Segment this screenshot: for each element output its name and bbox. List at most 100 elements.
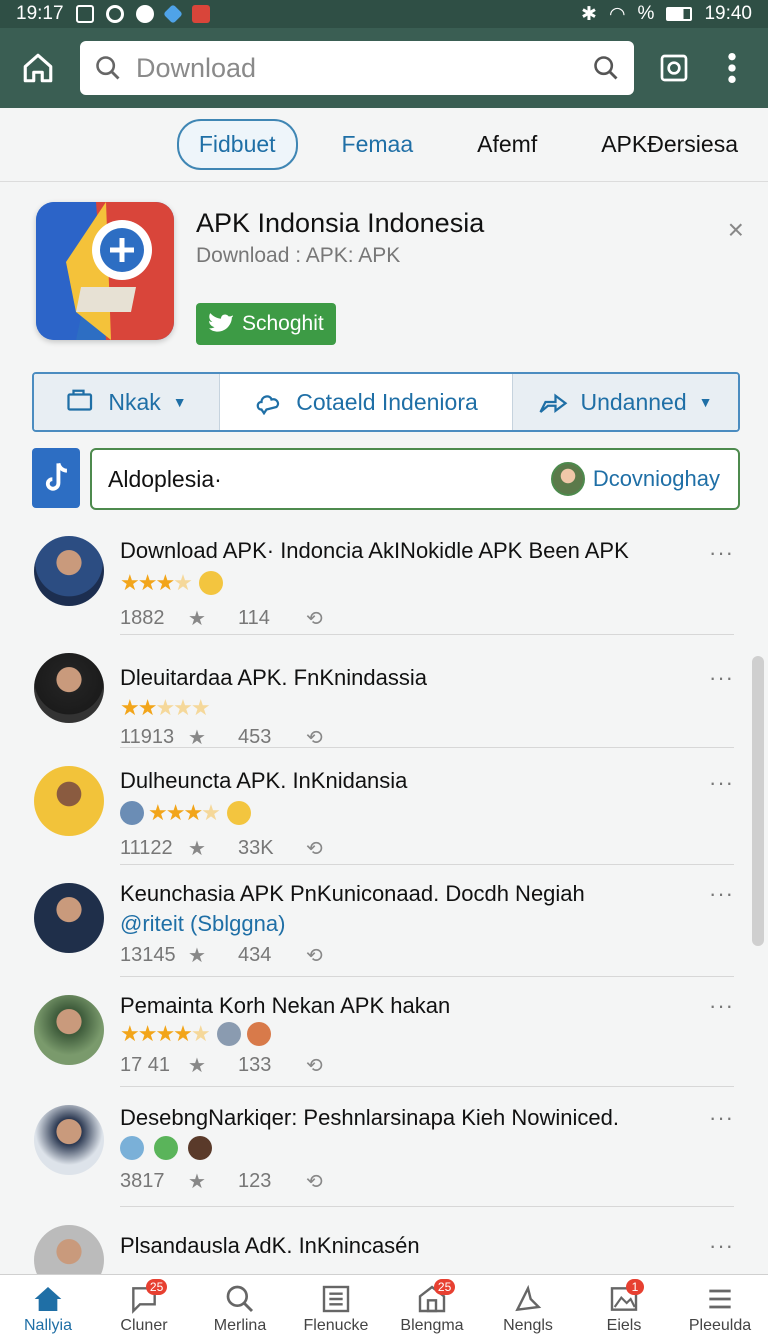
star-icon[interactable]: ★ bbox=[188, 725, 238, 750]
promo-box[interactable]: Aldoplesia· Dcovnioghay bbox=[90, 448, 740, 510]
segment-undanned[interactable]: Undanned ▼ bbox=[512, 374, 738, 430]
more-icon[interactable]: ··· bbox=[709, 881, 734, 907]
likes-count: 453 bbox=[238, 726, 272, 748]
nav-home[interactable]: Nallyia bbox=[0, 1275, 96, 1344]
likes-count: 434 bbox=[238, 944, 272, 966]
tab-afemf[interactable]: Afemf bbox=[457, 121, 557, 168]
avatar bbox=[550, 462, 585, 496]
status-bar: 19:17 ✱ ◠ % 19:40 bbox=[0, 0, 768, 28]
diamond-icon bbox=[162, 4, 183, 24]
feed-list: Download APK· Indoncia AkINokidle APK Be… bbox=[0, 518, 768, 1324]
star-rating: ★★★★ bbox=[120, 570, 193, 595]
item-title: DesebngNarkiqer: Peshnlarsinapa Kieh Now… bbox=[120, 1105, 619, 1130]
home-button[interactable] bbox=[18, 48, 58, 88]
item-title: Keunchasia APK PnKuniconaad. Docdh Negia… bbox=[120, 881, 585, 906]
list-item[interactable]: DesebngNarkiqer: Peshnlarsinapa Kieh Now… bbox=[34, 1087, 734, 1207]
repost-icon[interactable]: ⟲ bbox=[306, 725, 356, 750]
tiktok-icon[interactable] bbox=[32, 448, 80, 508]
chevron-down-icon: ▼ bbox=[172, 394, 187, 410]
nav-label: Pleeulda bbox=[688, 1317, 752, 1334]
avatar bbox=[34, 536, 104, 606]
more-icon[interactable]: ··· bbox=[709, 665, 734, 691]
views-count: 3817 bbox=[120, 1170, 165, 1192]
search-icon bbox=[226, 1285, 254, 1313]
segment-label: Cotaeld Indeniora bbox=[296, 388, 478, 415]
app-title: APK Indonsia Indonesia bbox=[196, 208, 485, 238]
item-rating: ★★★★ bbox=[120, 798, 251, 828]
views-count: 17 41 bbox=[120, 1054, 171, 1076]
list-item[interactable]: Download APK· Indoncia AkINokidle APK Be… bbox=[34, 518, 734, 635]
list-item[interactable]: Dleuitardaa APK. FnKnindassia ··· ★★★★★ … bbox=[34, 635, 734, 750]
item-rating: ★★★★★ bbox=[120, 693, 211, 723]
nav-merlina[interactable]: Merlina bbox=[192, 1275, 288, 1344]
tab-femaa[interactable]: Femaa bbox=[322, 121, 434, 168]
flag-icon bbox=[191, 5, 210, 23]
tab-fidbuet[interactable]: Fidbuet bbox=[176, 119, 298, 170]
item-title: Dulheuncta APK. InKnidansia bbox=[120, 768, 408, 793]
nav-pleeulda[interactable]: Pleeulda bbox=[672, 1275, 768, 1344]
star-icon[interactable]: ★ bbox=[188, 943, 238, 968]
avatar bbox=[154, 1136, 178, 1160]
share-button[interactable]: Schoghit bbox=[196, 303, 336, 345]
item-title: Download APK· Indoncia AkINokidle APK Be… bbox=[120, 538, 629, 563]
tab-apk-versions[interactable]: APKĐersiesa bbox=[581, 121, 738, 168]
nav-cluner[interactable]: 25 Cluner bbox=[96, 1275, 192, 1344]
promo-row: Aldoplesia· Dcovnioghay bbox=[32, 448, 740, 512]
share-button-label: Schoghit bbox=[242, 312, 324, 335]
more-icon[interactable]: ··· bbox=[709, 993, 734, 1019]
screenshot-icon bbox=[660, 54, 688, 82]
more-icon[interactable]: ··· bbox=[709, 1233, 734, 1259]
app-subtitle: Download : APK: APK bbox=[196, 244, 401, 267]
item-title: Pemainta Korh Nekan APK hakan bbox=[120, 993, 451, 1018]
more-icon[interactable]: ··· bbox=[709, 540, 734, 566]
repost-icon[interactable]: ⟲ bbox=[306, 1053, 356, 1078]
nav-label: Cluner bbox=[120, 1317, 168, 1334]
likes-count: 33K bbox=[238, 837, 274, 859]
scrollbar[interactable] bbox=[752, 656, 764, 946]
nav-eiels[interactable]: 1 Eiels bbox=[576, 1275, 672, 1344]
list-icon bbox=[322, 1285, 350, 1313]
segment-label: Undanned bbox=[580, 388, 687, 415]
close-icon[interactable]: × bbox=[728, 214, 744, 246]
list-item[interactable]: Dulheuncta APK. InKnidansia ··· ★★★★ 111… bbox=[34, 748, 734, 865]
likes-count: 123 bbox=[238, 1170, 272, 1192]
emoji-icon bbox=[198, 571, 223, 595]
repost-icon[interactable]: ⟲ bbox=[306, 606, 356, 631]
overflow-menu-button[interactable] bbox=[714, 50, 750, 86]
notification-badge: 25 bbox=[145, 1279, 168, 1295]
repost-icon[interactable]: ⟲ bbox=[306, 836, 356, 861]
list-item[interactable]: Pemainta Korh Nekan APK hakan ··· ★★★★★ … bbox=[34, 977, 734, 1087]
star-icon[interactable]: ★ bbox=[188, 606, 238, 631]
more-icon[interactable]: ··· bbox=[709, 770, 734, 796]
star-icon[interactable]: ★ bbox=[188, 1169, 238, 1194]
search-submit-icon[interactable] bbox=[592, 54, 620, 82]
nav-nengls[interactable]: Nengls bbox=[480, 1275, 576, 1344]
avatar bbox=[120, 1136, 144, 1160]
bottom-nav: Nallyia 25 Cluner Merlina Flenucke 25 Bl… bbox=[0, 1274, 768, 1344]
nav-blengma[interactable]: 25 Blengma bbox=[384, 1275, 480, 1344]
repost-icon[interactable]: ⟲ bbox=[306, 943, 356, 968]
repost-icon[interactable]: ⟲ bbox=[306, 1169, 356, 1194]
segment-nkak[interactable]: Nkak ▼ bbox=[34, 374, 220, 430]
mention-link[interactable]: @riteit (Sblggna) bbox=[120, 911, 285, 937]
list-item[interactable]: Keunchasia APK PnKuniconaad. Docdh Negia… bbox=[34, 865, 734, 977]
status-time: 19:17 bbox=[16, 3, 64, 24]
segment-cotaeld[interactable]: Cotaeld Indeniora bbox=[220, 374, 512, 430]
nav-flenucke[interactable]: Flenucke bbox=[288, 1275, 384, 1344]
star-icon[interactable]: ★ bbox=[188, 1053, 238, 1078]
screenshot-button[interactable] bbox=[656, 50, 692, 86]
promo-user[interactable]: Dcovnioghay bbox=[550, 462, 720, 496]
app-header: APK Indonsia Indonesia Download : APK: A… bbox=[36, 196, 752, 356]
segment-label: Nkak bbox=[108, 388, 161, 415]
avatar bbox=[188, 1136, 212, 1160]
notification-icon bbox=[135, 5, 154, 23]
item-mention: @riteit (Sblggna) bbox=[120, 909, 285, 939]
star-icon[interactable]: ★ bbox=[188, 836, 238, 861]
more-icon[interactable]: ··· bbox=[709, 1105, 734, 1131]
sync-icon bbox=[105, 5, 124, 23]
search-input[interactable] bbox=[136, 52, 578, 84]
promo-user-name: Dcovnioghay bbox=[592, 466, 720, 491]
chevron-down-icon: ▼ bbox=[698, 394, 713, 410]
notification-badge: 25 bbox=[433, 1279, 456, 1295]
search-bar[interactable] bbox=[80, 41, 634, 95]
